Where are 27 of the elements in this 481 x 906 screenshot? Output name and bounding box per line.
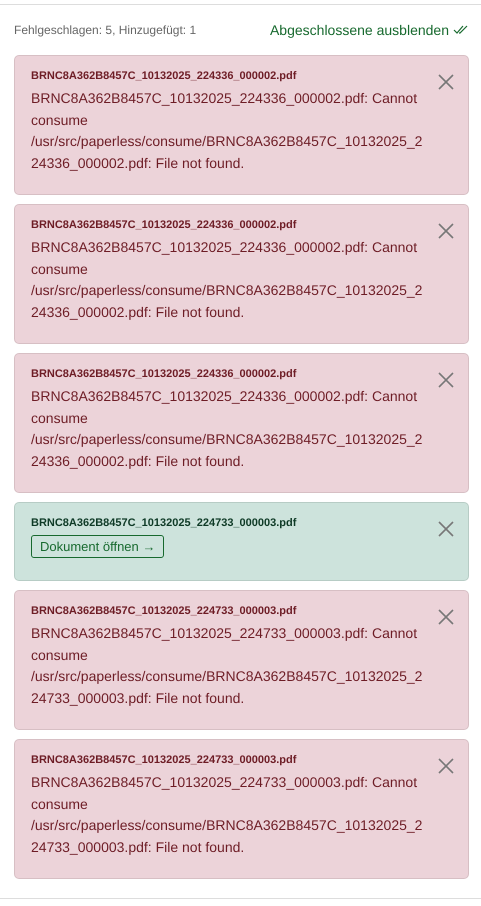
close-button[interactable] xyxy=(438,223,454,239)
hide-completed-link[interactable]: Abgeschlossene ausblenden xyxy=(270,22,469,38)
file-name: BRNC8A362B8457C_10132025_224336_000002.pdf xyxy=(31,368,298,380)
file-name: BRNC8A362B8457C_10132025_224336_000002.pdf xyxy=(31,70,298,82)
open-document-button[interactable]: Dokument öffnen → xyxy=(31,535,164,558)
close-button[interactable] xyxy=(438,74,454,90)
error-message: BRNC8A362B8457C_10132025_224733_000003.pdf: Cannot consume /usr/src/paperless/consume/BRNC8A362B8457C_10132025_224733_000003.pdf: File not found. xyxy=(31,773,424,857)
close-icon xyxy=(438,74,454,90)
close-button[interactable] xyxy=(438,758,454,774)
close-button[interactable] xyxy=(438,609,454,625)
file-name: BRNC8A362B8457C_10132025_224733_000003.pdf xyxy=(31,605,298,617)
close-button[interactable] xyxy=(438,372,454,388)
status-summary: Fehlgeschlagen: 5, Hinzugefügt: 1 xyxy=(14,23,196,37)
close-icon xyxy=(438,758,454,774)
double-check-icon xyxy=(453,25,469,35)
close-button[interactable] xyxy=(438,521,454,537)
close-icon xyxy=(438,521,454,537)
file-name: BRNC8A362B8457C_10132025_224733_000003.pdf xyxy=(31,754,298,766)
error-message: BRNC8A362B8457C_10132025_224336_000002.pdf: Cannot consume /usr/src/paperless/consume/BRNC8A362B8457C_10132025_224336_000002.pdf: File not found. xyxy=(31,387,424,471)
error-message: BRNC8A362B8457C_10132025_224336_000002.pdf: Cannot consume /usr/src/paperless/consume/BRNC8A362B8457C_10132025_224336_000002.pdf: File not found. xyxy=(31,89,424,173)
close-icon xyxy=(438,223,454,239)
close-icon xyxy=(438,609,454,625)
file-name: BRNC8A362B8457C_10132025_224733_000003.pdf xyxy=(31,517,298,529)
error-message: BRNC8A362B8457C_10132025_224733_000003.pdf: Cannot consume /usr/src/paperless/consume/BRNC8A362B8457C_10132025_224733_000003.pdf: File not found. xyxy=(31,624,424,708)
file-name: BRNC8A362B8457C_10132025_224336_000002.pdf xyxy=(31,219,298,231)
error-message: BRNC8A362B8457C_10132025_224336_000002.pdf: Cannot consume /usr/src/paperless/consume/BRNC8A362B8457C_10132025_224336_000002.pdf: File not found. xyxy=(31,238,424,322)
close-icon xyxy=(438,372,454,388)
